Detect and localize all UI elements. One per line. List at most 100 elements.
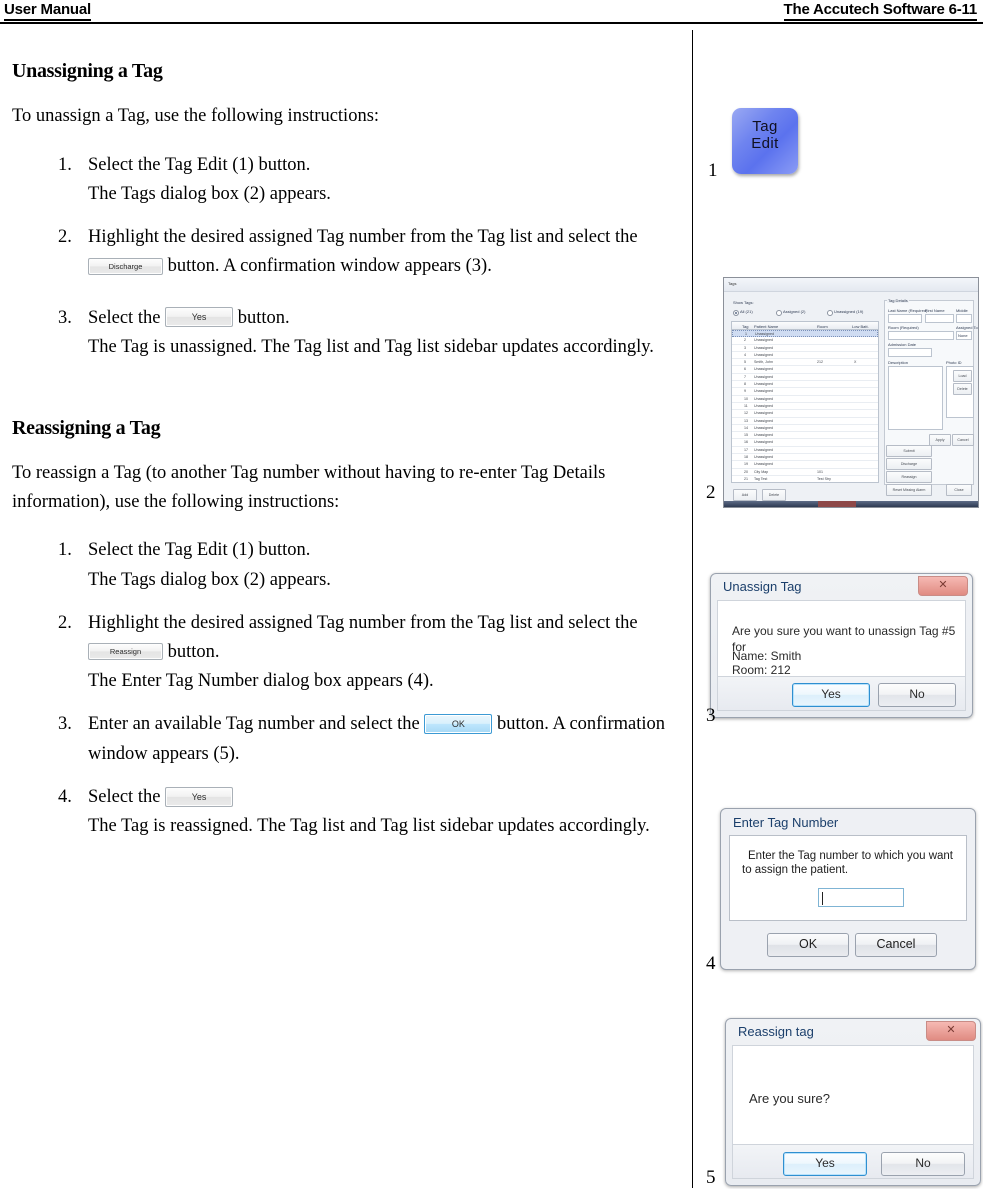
tag-list-row[interactable]: 13 Unassigned [732,418,878,425]
submit-button[interactable]: Submit [886,445,932,457]
input-last-name[interactable] [888,314,922,323]
tag-list-row[interactable]: 6 Unassigned [732,366,878,374]
cell-name: Unassigned [754,338,773,343]
step-number: 4. [58,786,72,807]
tag-list-row[interactable]: 5 Smith, John 212 X [732,359,878,367]
page-header: User Manual The Accutech Software 6-11 [0,0,983,30]
reassign-button[interactable]: Reassign [886,471,932,483]
show-tags-label: Show Tags: [733,300,754,305]
details-cancel-button[interactable]: Cancel [952,434,974,446]
section-intro-reassigning: To reassign a Tag (to another Tag number… [12,462,606,512]
input-description[interactable] [888,366,943,430]
tag-list-row[interactable]: 10 Unassigned [732,396,878,403]
photo-delete-button[interactable]: Delete [953,383,972,395]
delete-button[interactable]: Delete [762,489,786,501]
input-room[interactable] [888,331,954,340]
reassign-tag-dialog: Reassign tag ✕ Are you sure? Yes No [725,1018,981,1186]
dialog-inner: Enter the Tag number to which you want t… [729,835,967,921]
tag-list-row[interactable]: 19 Unassigned [732,461,878,469]
tag-list-row[interactable]: 15 Unassigned [732,432,878,440]
cell-name: Unassigned [754,396,773,401]
tag-list-row[interactable]: 3 Unassigned [732,345,878,352]
tags-dialog-title: Tags [728,281,737,286]
cell-tag: 4 [744,352,746,357]
step-text: Highlight the desired assigned Tag numbe… [88,612,638,633]
input-middle[interactable] [956,314,972,323]
tag-edit-label-line2: Edit [751,134,779,152]
cell-name: City Map [754,469,769,474]
reset-missing-alarm-button[interactable]: Reset Missing Alarm [886,484,932,496]
step-text-cont: button. [233,307,290,328]
body-text-column: Unassigning a Tag To unassign a Tag, use… [0,60,690,855]
cell-tag: 2 [744,338,746,343]
tag-list-row[interactable]: 7 Unassigned [732,374,878,382]
dialog-titlebar: Reassign tag ✕ [726,1019,980,1045]
ok-button-image[interactable]: OK [424,714,493,735]
radio-all[interactable] [733,310,739,316]
select-assigned-to[interactable]: None [956,331,972,340]
cell-lowbatt: X [854,360,857,365]
input-admission-date[interactable] [888,348,932,357]
close-icon[interactable]: ✕ [926,1021,976,1041]
photo-load-button[interactable]: Load [953,370,972,382]
label-description: Description [888,360,909,365]
dialog-title: Reassign tag [738,1024,814,1039]
radio-assigned-label: Assigned (2) [783,309,806,314]
tag-edit-button[interactable]: Tag Edit [732,108,798,174]
details-apply-button[interactable]: Apply [929,434,951,446]
dialog-titlebar: Unassign Tag ✕ [711,574,972,600]
tag-list-row[interactable]: 1 Unassigned [732,330,878,338]
yes-button-image[interactable]: Yes [165,307,234,328]
taskbar-item[interactable] [818,501,856,507]
discharge-button[interactable]: Discharge [886,458,932,470]
cell-name: Unassigned [754,389,773,394]
header-left-text: User Manual [4,1,91,21]
tag-list-row[interactable]: 9 Unassigned [732,388,878,396]
cancel-button[interactable]: Cancel [855,933,937,957]
tag-list-row[interactable]: 11 Unassigned [732,403,878,411]
close-button[interactable]: Close [946,484,972,496]
figure-5-number: 5 [706,1167,716,1188]
radio-unassigned-label: Unassigned (19) [834,309,864,314]
yes-button[interactable]: Yes [783,1152,867,1176]
section-title-reassigning: Reassigning a Tag [12,416,161,439]
step-text-cont: button. [163,641,220,662]
label-middle: Middle [956,308,968,313]
label-assigned-to: Assigned To [956,325,978,330]
figure-1-number: 1 [708,160,718,181]
tag-list-row[interactable]: 12 Unassigned [732,410,878,418]
add-button[interactable]: Add [733,489,757,501]
step-item: 3. Enter an available Tag number and sel… [0,710,690,768]
discharge-button-image[interactable]: Discharge [88,257,163,275]
cell-name: Tag Test [754,476,768,481]
tag-list-row[interactable]: 20 City Map 101 [732,469,878,476]
tag-list-row[interactable]: 14 Unassigned [732,425,878,433]
tag-list-row[interactable]: 21 Tag Test Test Stry [732,476,878,482]
tags-dialog-window: Tags Show Tags: All (21) Assigned (2) Un… [723,277,979,508]
reassign-button-image[interactable]: Reassign [88,643,163,661]
yes-button[interactable]: Yes [792,683,870,707]
tag-list-row[interactable]: 8 Unassigned [732,381,878,389]
input-first-name[interactable] [925,314,954,323]
cell-name: Unassigned [754,425,773,430]
figure-1-tag-edit: Tag Edit [732,108,798,174]
no-button[interactable]: No [878,683,956,707]
radio-unassigned[interactable] [827,310,833,316]
yes-button-image-2[interactable]: Yes [165,786,234,807]
tag-number-input[interactable] [818,888,904,907]
cell-name: Unassigned [754,382,773,387]
tag-list-row[interactable]: 2 Unassigned [732,337,878,345]
close-icon[interactable]: ✕ [918,576,968,596]
dialog-title: Enter Tag Number [733,815,839,830]
tag-list[interactable]: 1 Unassigned 2 Unassigned 3 Unassigned 4 Unassi… [731,329,879,483]
cell-name: Unassigned [754,418,773,423]
cell-room: 101 [817,469,823,474]
tag-list-row[interactable]: 16 Unassigned [732,439,878,447]
no-button[interactable]: No [881,1152,965,1176]
tag-list-row[interactable]: 17 Unassigned [732,447,878,455]
tag-list-row[interactable]: 18 Unassigned [732,454,878,462]
tag-list-row[interactable]: 4 Unassigned [732,352,878,360]
figure-column: Tag Edit 1 Tags Show Tags: All (21) Assi… [694,60,983,1188]
ok-button[interactable]: OK [767,933,849,957]
radio-assigned[interactable] [776,310,782,316]
